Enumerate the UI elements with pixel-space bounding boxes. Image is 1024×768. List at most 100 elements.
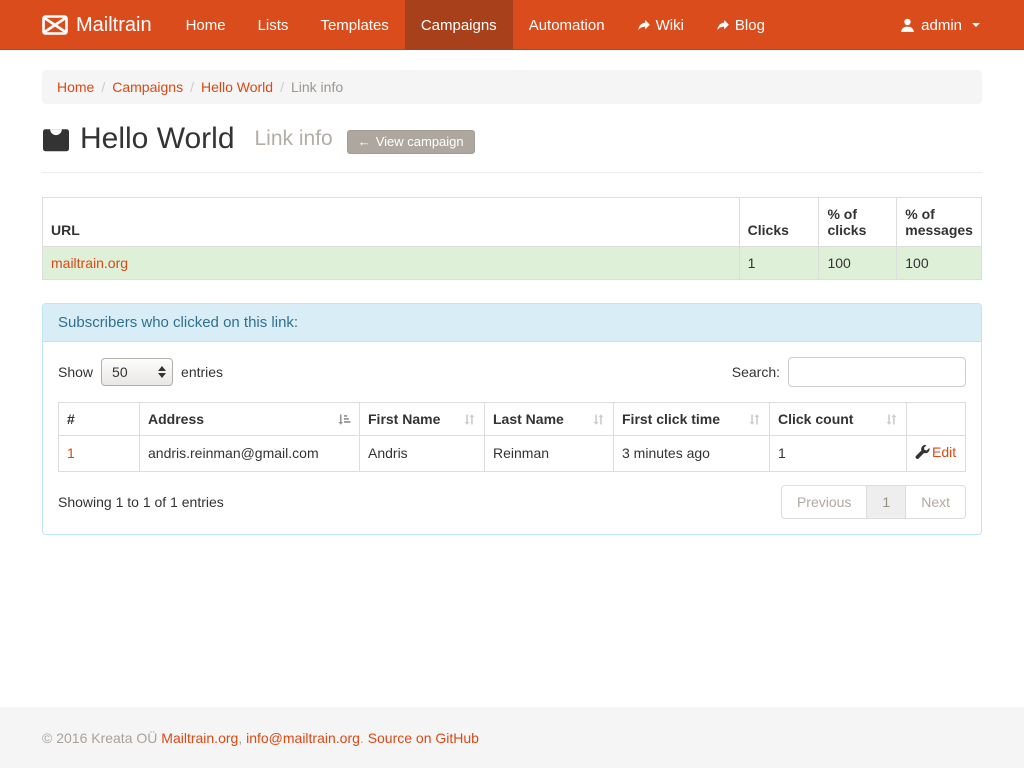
col-last-name[interactable]: Last Name	[485, 403, 614, 436]
col-index[interactable]: #	[59, 403, 140, 436]
link-url[interactable]: mailtrain.org	[51, 255, 128, 271]
edit-subscriber-link[interactable]: Edit	[915, 444, 956, 460]
page-title: Hello World Link info	[42, 122, 333, 156]
pagination: Previous 1 Next	[782, 485, 966, 519]
user-icon	[900, 18, 915, 33]
brand-link[interactable]: Mailtrain	[42, 0, 162, 50]
col-click-count-label: Click count	[778, 411, 853, 427]
subscriber-row: 1 andris.reinman@gmail.com Andris Reinma…	[59, 436, 966, 472]
subscribers-panel: Subscribers who clicked on this link: Sh…	[42, 303, 982, 535]
subscriber-click-count: 1	[770, 436, 907, 472]
nav-label: Blog	[735, 17, 765, 34]
subscriber-last-name: Reinman	[485, 436, 614, 472]
separator: ,	[238, 730, 242, 746]
nav-item-automation[interactable]: Automation	[513, 0, 621, 50]
col-click-count[interactable]: Click count	[770, 403, 907, 436]
select-arrows-icon	[158, 366, 166, 378]
link-pct-clicks: 100	[819, 247, 897, 280]
page-header: Hello World Link info ← View campaign	[42, 122, 982, 173]
nav-item-wiki[interactable]: Wiki	[621, 0, 700, 50]
pagination-next[interactable]: Next	[905, 485, 966, 519]
wrench-icon	[915, 445, 930, 460]
pagination-previous[interactable]: Previous	[781, 485, 867, 519]
github-link[interactable]: Source on GitHub	[368, 730, 479, 746]
col-address-label: Address	[148, 411, 204, 427]
search-input[interactable]	[788, 357, 966, 387]
arrow-left-icon: ←	[358, 134, 371, 149]
col-first-name[interactable]: First Name	[360, 403, 485, 436]
nav-label: Campaigns	[421, 17, 497, 34]
nav-label: Automation	[529, 17, 605, 34]
top-navbar: Mailtrain Home Lists Templates Campaigns…	[0, 0, 1024, 50]
email-link[interactable]: info@mailtrain.org	[246, 730, 360, 746]
inbox-icon	[42, 126, 70, 152]
links-table: URL Clicks % of clicks % of messages mai…	[42, 197, 982, 280]
mailtrain-org-link[interactable]: Mailtrain.org	[161, 730, 238, 746]
edit-label: Edit	[932, 444, 956, 460]
pagination-page-1[interactable]: 1	[866, 485, 906, 519]
breadcrumb-separator: /	[183, 79, 201, 95]
subscribers-header-row: # Address First Name	[59, 403, 966, 436]
main-nav: Home Lists Templates Campaigns Automatio…	[170, 0, 781, 50]
main-content: Home / Campaigns / Hello World / Link in…	[0, 50, 1024, 535]
breadcrumb-home[interactable]: Home	[57, 79, 94, 95]
share-icon	[637, 19, 651, 32]
nav-label: Home	[186, 17, 226, 34]
col-first-name-label: First Name	[368, 411, 440, 427]
user-menu[interactable]: admin	[890, 0, 982, 50]
nav-item-home[interactable]: Home	[170, 0, 242, 50]
nav-item-blog[interactable]: Blog	[700, 0, 781, 50]
campaign-name: Hello World	[80, 122, 235, 156]
breadcrumb-current: Link info	[291, 79, 343, 95]
page: Mailtrain Home Lists Templates Campaigns…	[0, 0, 1024, 768]
col-first-click-time[interactable]: First click time	[614, 403, 770, 436]
subscribers-table: # Address First Name	[58, 402, 966, 472]
subscriber-first-name: Andris	[360, 436, 485, 472]
breadcrumb-hello-world[interactable]: Hello World	[201, 79, 273, 95]
col-index-label: #	[67, 411, 75, 427]
share-icon	[716, 19, 730, 32]
panel-heading: Subscribers who clicked on this link:	[43, 304, 981, 342]
page-size-select[interactable]: 50	[101, 358, 173, 386]
chevron-down-icon	[972, 23, 980, 27]
nav-item-lists[interactable]: Lists	[242, 0, 305, 50]
nav-label: Wiki	[656, 17, 684, 34]
entries-label: entries	[181, 364, 223, 380]
page-subtitle: Link info	[255, 127, 333, 151]
breadcrumb: Home / Campaigns / Hello World / Link in…	[42, 70, 982, 104]
sort-asc-icon	[337, 413, 351, 426]
col-url: URL	[43, 198, 740, 247]
page-footer: © 2016 Kreata OÜ Mailtrain.org, info@mai…	[0, 707, 1024, 768]
breadcrumb-separator: /	[273, 79, 291, 95]
subscriber-first-click: 3 minutes ago	[614, 436, 770, 472]
breadcrumb-separator: /	[94, 79, 112, 95]
link-row: mailtrain.org 1 100 100	[43, 247, 982, 280]
separator: .	[360, 730, 364, 746]
nav-item-campaigns[interactable]: Campaigns	[405, 0, 513, 50]
copyright-text: © 2016 Kreata OÜ	[42, 730, 157, 746]
view-campaign-button[interactable]: ← View campaign	[347, 130, 475, 154]
links-table-header-row: URL Clicks % of clicks % of messages	[43, 198, 982, 247]
show-label: Show	[58, 364, 93, 380]
col-address[interactable]: Address	[140, 403, 360, 436]
col-first-click-label: First click time	[622, 411, 720, 427]
nav-item-templates[interactable]: Templates	[304, 0, 404, 50]
envelope-icon	[42, 15, 68, 35]
breadcrumb-campaigns[interactable]: Campaigns	[112, 79, 183, 95]
col-actions	[907, 403, 966, 436]
col-pct-clicks: % of clicks	[819, 198, 897, 247]
user-name: admin	[921, 17, 962, 34]
table-info: Showing 1 to 1 of 1 entries	[58, 485, 224, 510]
link-clicks: 1	[739, 247, 819, 280]
sort-icon	[885, 413, 898, 426]
link-pct-messages: 100	[897, 247, 982, 280]
col-clicks: Clicks	[739, 198, 819, 247]
sort-icon	[463, 413, 476, 426]
brand-label: Mailtrain	[76, 14, 152, 37]
search-label: Search:	[732, 364, 780, 380]
page-length-control: Show 50 entries	[58, 358, 223, 386]
sort-icon	[592, 413, 605, 426]
col-pct-messages: % of messages	[897, 198, 982, 247]
sort-icon	[748, 413, 761, 426]
subscriber-index-link[interactable]: 1	[67, 445, 75, 461]
